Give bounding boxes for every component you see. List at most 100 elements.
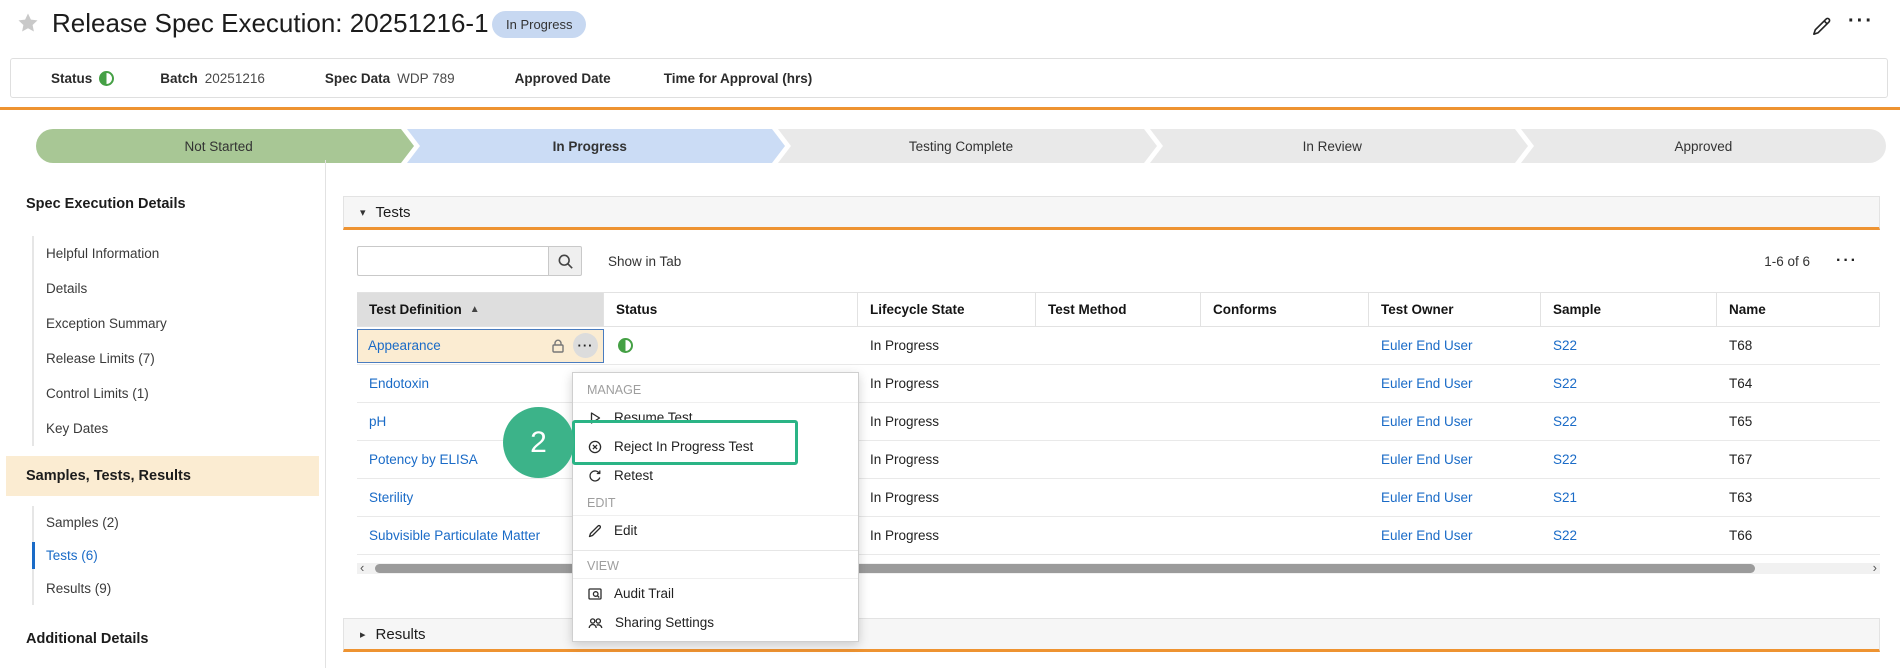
selected-test-definition-cell[interactable]: Appearance ··· [357, 328, 604, 363]
menu-header-view: VIEW [573, 553, 858, 579]
menu-header-edit: EDIT [573, 490, 858, 516]
play-icon [590, 411, 601, 424]
more-actions-icon[interactable]: ··· [1848, 10, 1874, 33]
sidebar-item-helpful-information[interactable]: Helpful Information [34, 236, 325, 271]
audit-trail-icon [588, 587, 602, 600]
search-icon[interactable] [548, 246, 582, 276]
menu-item-edit[interactable]: Edit [573, 516, 858, 545]
sidebar-item-key-dates[interactable]: Key Dates [34, 411, 325, 446]
menu-item-retest[interactable]: Retest [573, 461, 858, 490]
info-field-batch: Batch 20251216 [160, 70, 265, 86]
column-header-lifecycle-state[interactable]: Lifecycle State [858, 293, 1036, 326]
sharing-people-icon [588, 617, 603, 628]
collapse-triangle-icon[interactable]: ▾ [360, 206, 366, 219]
sidebar: Spec Execution Details Helpful Informati… [0, 160, 326, 668]
sample-link[interactable]: S21 [1553, 490, 1577, 505]
half-circle-status-icon [99, 70, 115, 86]
sample-link[interactable]: S22 [1553, 452, 1577, 467]
scroll-left-icon[interactable]: ‹ [360, 560, 364, 575]
sidebar-item-details[interactable]: Details [34, 271, 325, 306]
status-badge: In Progress [492, 11, 587, 38]
info-field-status: Status [51, 70, 115, 86]
menu-item-audit-trail[interactable]: Audit Trail [573, 579, 858, 608]
sidebar-section-samples-tests-results[interactable]: Samples, Tests, Results [6, 456, 319, 496]
lifecycle-cell: In Progress [870, 528, 940, 543]
table-more-actions-icon[interactable]: ··· [1836, 252, 1858, 270]
sidebar-item-results[interactable]: Results (9) [34, 572, 325, 605]
show-in-tab-link[interactable]: Show in Tab [608, 254, 681, 269]
lifecycle-cell: In Progress [870, 338, 940, 353]
lifecycle-cell: In Progress [870, 376, 940, 391]
test-owner-link[interactable]: Euler End User [1381, 490, 1473, 505]
sample-link[interactable]: S22 [1553, 338, 1577, 353]
test-definition-link[interactable]: pH [369, 414, 386, 429]
search-input[interactable] [357, 246, 548, 276]
menu-item-sharing-settings[interactable]: Sharing Settings [573, 608, 858, 637]
menu-group-view: VIEW Audit Trail Sharing Settings [573, 550, 858, 637]
sidebar-section-spec-execution-details: Spec Execution Details [26, 196, 186, 212]
expand-triangle-icon[interactable]: ▸ [360, 628, 366, 641]
test-definition-link[interactable]: Potency by ELISA [369, 452, 478, 467]
menu-item-resume-test[interactable]: Resume Test [573, 403, 858, 432]
tests-section-title: Tests [375, 203, 411, 221]
sample-link[interactable]: S22 [1553, 376, 1577, 391]
sidebar-item-control-limits[interactable]: Control Limits (1) [34, 376, 325, 411]
stage-in-progress: In Progress [407, 129, 786, 163]
test-owner-link[interactable]: Euler End User [1381, 414, 1473, 429]
column-header-test-definition[interactable]: Test Definition ▲ [357, 293, 604, 326]
stage-not-started: Not Started [36, 129, 415, 163]
lifecycle-cell: In Progress [870, 490, 940, 505]
test-definition-link[interactable]: Endotoxin [369, 376, 429, 391]
info-field-time-for-approval: Time for Approval (hrs) [663, 70, 813, 86]
sidebar-item-release-limits[interactable]: Release Limits (7) [34, 341, 325, 376]
scroll-right-icon[interactable]: › [1873, 560, 1877, 575]
sample-link[interactable]: S22 [1553, 528, 1577, 543]
menu-group-manage: MANAGE Resume Test Reject In Progress Te… [573, 377, 858, 490]
info-field-approved-date: Approved Date [514, 70, 611, 86]
results-section-title: Results [375, 625, 426, 643]
sidebar-item-exception-summary[interactable]: Exception Summary [34, 306, 325, 341]
sidebar-group-1: Helpful Information Details Exception Su… [32, 236, 325, 446]
column-header-sample[interactable]: Sample [1541, 293, 1717, 326]
column-header-status[interactable]: Status [604, 293, 858, 326]
lifecycle-cell: In Progress [870, 452, 940, 467]
test-owner-link[interactable]: Euler End User [1381, 376, 1473, 391]
sidebar-section-additional-details: Additional Details [26, 631, 149, 647]
name-cell: T66 [1729, 528, 1753, 543]
sidebar-item-samples[interactable]: Samples (2) [34, 506, 325, 539]
sidebar-item-tests[interactable]: Tests (6) [32, 539, 325, 572]
info-field-spec-data: Spec Data WDP 789 [324, 70, 455, 86]
row-context-menu: MANAGE Resume Test Reject In Progress Te… [572, 372, 859, 642]
annotation-step-circle: 2 [503, 407, 574, 478]
info-bar: Status Batch 20251216 Spec Data WDP 789 … [10, 58, 1888, 98]
row-actions-ellipsis-icon[interactable]: ··· [573, 333, 598, 358]
menu-header-manage: MANAGE [573, 377, 858, 403]
tests-table-header: Test Definition ▲ Status Lifecycle State… [357, 293, 1880, 327]
lifecycle-cell: In Progress [870, 414, 940, 429]
orange-divider [0, 107, 1900, 110]
test-definition-link[interactable]: Subvisible Particulate Matter [369, 528, 540, 543]
test-owner-link[interactable]: Euler End User [1381, 528, 1473, 543]
retest-refresh-icon [589, 469, 601, 482]
favorite-star-icon[interactable] [16, 11, 40, 35]
table-row: Appearance ··· In Progress Euler End Use… [357, 327, 1880, 365]
stage-in-review: In Review [1149, 129, 1529, 163]
column-header-name[interactable]: Name [1717, 293, 1880, 326]
test-owner-link[interactable]: Euler End User [1381, 338, 1473, 353]
name-cell: T68 [1729, 338, 1753, 353]
test-definition-link[interactable]: Sterility [369, 490, 413, 505]
column-header-test-owner[interactable]: Test Owner [1369, 293, 1541, 326]
sample-link[interactable]: S22 [1553, 414, 1577, 429]
workflow-stage-bar: Not Started In Progress Testing Complete… [36, 129, 1887, 163]
test-definition-link[interactable]: Appearance [368, 338, 441, 353]
column-header-test-method[interactable]: Test Method [1036, 293, 1201, 326]
page-title: Release Spec Execution: 20251216-1 [52, 8, 489, 38]
menu-item-reject-in-progress-test[interactable]: Reject In Progress Test [573, 432, 858, 461]
pagination-label: 1-6 of 6 [1764, 253, 1811, 269]
test-owner-link[interactable]: Euler End User [1381, 452, 1473, 467]
column-header-conforms[interactable]: Conforms [1201, 293, 1369, 326]
stage-testing-complete: Testing Complete [778, 129, 1157, 163]
tests-section-header[interactable]: ▾ Tests [343, 196, 1880, 230]
edit-pencil-icon[interactable] [1810, 15, 1833, 38]
lock-icon [550, 338, 566, 354]
